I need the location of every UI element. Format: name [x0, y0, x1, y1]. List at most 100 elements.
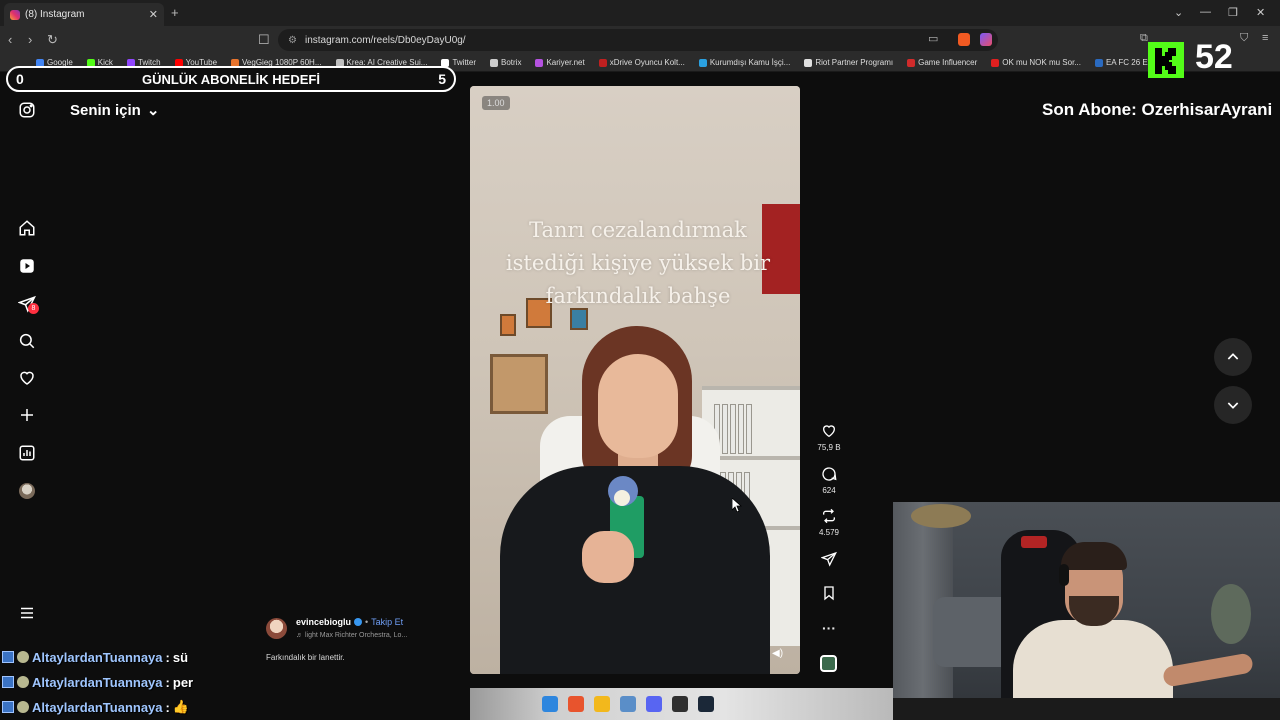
music-note-icon: ♬ [296, 632, 305, 639]
bookmark-item[interactable]: Kariyer.net [535, 58, 585, 67]
comment-icon [822, 467, 837, 481]
chevron-up-icon [1227, 353, 1239, 360]
repost-count: 4.579 [818, 528, 840, 537]
taskbar-app-icon[interactable] [568, 696, 584, 712]
bookmark-icon [824, 586, 834, 601]
flower-center [614, 490, 630, 506]
book [722, 404, 728, 454]
chat-badge-icon [17, 676, 29, 688]
search-icon[interactable] [18, 332, 36, 350]
close-tab-icon[interactable]: ✕ [149, 8, 158, 21]
reels-icon[interactable] [18, 257, 36, 275]
share-button[interactable] [816, 551, 842, 567]
create-plus-icon[interactable] [18, 406, 36, 424]
repost-button[interactable]: 4.579 [816, 508, 842, 537]
browser-tab-instagram[interactable]: (8) Instagram ✕ [4, 3, 164, 26]
mute-icon[interactable]: ◀) [772, 648, 783, 659]
address-bar[interactable]: ⚙ instagram.com/reels/Db0eyDayU0g/ [278, 29, 998, 51]
bookmark-label: OK mu NOK mu Sor... [1002, 58, 1081, 67]
close-window-button[interactable]: ✕ [1256, 6, 1265, 19]
chat-separator: : [165, 674, 170, 690]
bookmark-item[interactable]: Game Influencer [907, 58, 977, 67]
taskbar-app-icon[interactable] [646, 696, 662, 712]
save-button[interactable] [816, 585, 842, 601]
brave-rewards-icon[interactable] [980, 33, 992, 46]
separator-dot: • [365, 617, 369, 627]
minimize-button[interactable]: — [1200, 6, 1211, 18]
bookmark-favicon-icon [1094, 58, 1103, 67]
instagram-logo-icon[interactable] [18, 101, 36, 119]
creator-info: evincebioglu • Takip Et [296, 617, 403, 627]
comment-button[interactable]: 624 [816, 466, 842, 495]
playback-speed[interactable]: 1.00 [482, 96, 510, 110]
share-icon [821, 551, 837, 567]
more-menu-icon[interactable] [18, 604, 36, 622]
bookmark-label: Twitter [452, 58, 476, 67]
new-tab-button[interactable]: + [171, 5, 179, 20]
ceiling-lamp [911, 504, 971, 528]
taskbar-app-icon[interactable] [672, 696, 688, 712]
reel-caption[interactable]: Farkındalık bir lanettir. [266, 653, 345, 662]
brave-shields-icon[interactable] [958, 33, 970, 46]
instagram-favicon-icon [10, 9, 20, 20]
book [746, 404, 752, 454]
shelf-board [702, 386, 800, 390]
chevron-down-icon: ⌄ [146, 102, 160, 119]
extensions-icon[interactable]: ⧉ [1140, 32, 1148, 45]
bookmark-item[interactable]: OK mu NOK mu Sor... [991, 58, 1081, 67]
home-icon[interactable] [18, 219, 36, 237]
reload-icon[interactable]: ↻ [47, 32, 58, 48]
taskbar-app-icon[interactable] [620, 696, 636, 712]
more-options-icon[interactable]: ··· [816, 620, 842, 636]
forward-icon[interactable]: › [28, 32, 32, 47]
streamer-webcam [893, 502, 1280, 720]
taskbar-app-icon[interactable] [594, 696, 610, 712]
desk [893, 698, 1280, 720]
bookmark-item[interactable]: xDrive Oyuncu Kolt... [598, 58, 685, 67]
plant [1211, 584, 1251, 644]
profile-avatar[interactable] [19, 483, 35, 499]
chat-text: sü [172, 649, 189, 665]
like-count: 75,9 B [817, 443, 841, 452]
dashboard-icon[interactable] [18, 444, 36, 462]
bookmark-favicon-icon [490, 58, 498, 67]
bookmark-label: Riot Partner Programı [815, 58, 894, 67]
book [738, 404, 744, 454]
creator-avatar[interactable] [266, 618, 287, 639]
back-icon[interactable]: ‹ [8, 32, 12, 47]
taskbar-app-icon[interactable] [542, 696, 558, 712]
feed-selector[interactable]: Senin için ⌄ [70, 101, 160, 120]
bookmark-label: Game Influencer [918, 58, 978, 67]
tab-title: (8) Instagram [25, 9, 85, 20]
shield-icon[interactable]: ⛉ [1240, 32, 1248, 45]
follow-button[interactable]: Takip Et [371, 617, 403, 627]
feed-label: Senin için [70, 101, 141, 119]
bookmark-item[interactable]: Kurumdışı Kamu İşçi... [698, 58, 791, 67]
bookmark-favicon-icon [804, 58, 813, 67]
bookmark-favicon-icon [907, 58, 916, 67]
bookmark-page-icon[interactable]: ☐ [258, 32, 270, 48]
notifications-heart-icon[interactable] [18, 369, 36, 387]
comment-count: 624 [822, 486, 836, 495]
reel-video[interactable]: Tanrı cezalandırmak istediği kişiye yüks… [470, 86, 800, 674]
bookmark-item[interactable]: Botrix [490, 58, 521, 67]
streamer-arm [1161, 652, 1255, 688]
reel-overlay-text: Tanrı cezalandırmak istediği kişiye yüks… [505, 218, 771, 308]
like-button[interactable]: 75,9 B [816, 423, 842, 452]
last-subscriber: Son Abone: OzerhisarAyrani [1042, 100, 1273, 119]
taskbar-app-icon[interactable] [698, 696, 714, 712]
menu-icon[interactable]: ≡ [1262, 32, 1268, 44]
next-reel-button[interactable] [1214, 386, 1252, 424]
reel-music[interactable]: ♬ light Max Richter Orchestra, Lo... [296, 632, 407, 639]
creator-username[interactable]: evincebioglu [296, 617, 351, 627]
heart-icon [822, 425, 836, 438]
tab-search-chevron-icon[interactable]: ⌄ [1174, 6, 1183, 19]
bookmark-item[interactable]: Riot Partner Programı [804, 58, 893, 67]
previous-reel-button[interactable] [1214, 338, 1252, 376]
cast-icon[interactable]: ▭ [928, 32, 938, 45]
bookmark-favicon-icon [598, 58, 607, 67]
bookmark-label: Kurumdışı Kamu İşçi... [709, 58, 791, 67]
audio-thumbnail[interactable] [820, 655, 837, 672]
maximize-button[interactable]: ❐ [1228, 6, 1238, 19]
site-info-icon[interactable]: ⚙ [288, 35, 297, 46]
